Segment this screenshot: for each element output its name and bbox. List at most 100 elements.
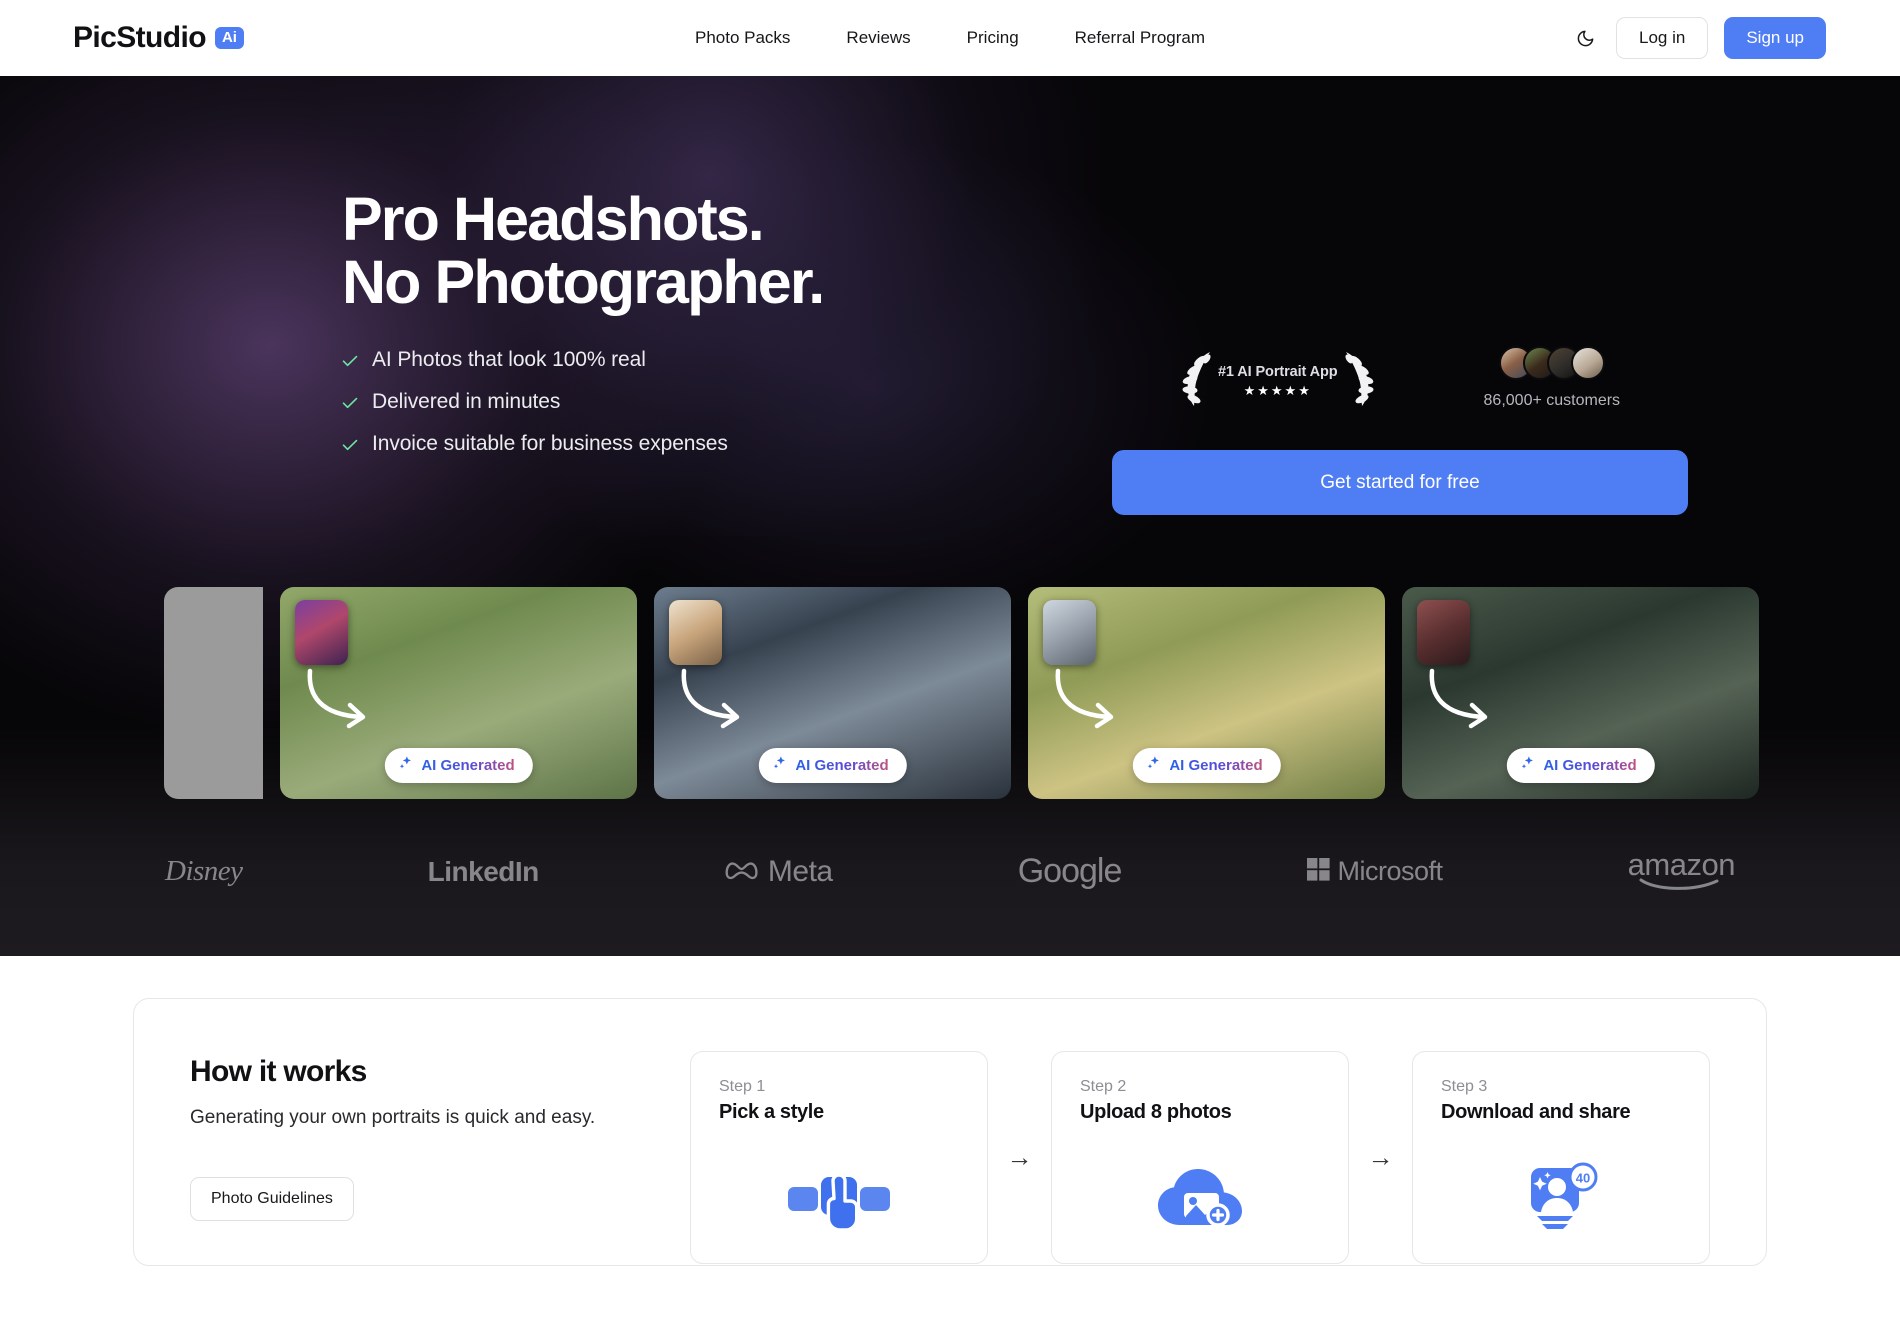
brand-logo-linkedin: LinkedIn xyxy=(427,855,540,888)
page-title: Pro Headshots. No Photographer. xyxy=(342,188,945,314)
award-badge: #1 AI Portrait App ★★★★★ xyxy=(1180,346,1376,414)
check-icon xyxy=(342,396,358,408)
step-number: Step 1 xyxy=(719,1078,766,1095)
photo-guidelines-button[interactable]: Photo Guidelines xyxy=(190,1177,354,1221)
brand-logo-amazon: amazon xyxy=(1628,847,1735,896)
ai-generated-badge: AI Generated xyxy=(384,748,533,783)
brand-logo[interactable]: PicStudio Ai xyxy=(28,21,244,55)
nav-item-photo-packs[interactable]: Photo Packs xyxy=(695,28,790,48)
source-photo-thumbnail xyxy=(295,600,348,665)
step-badge-count: 40 xyxy=(1576,1171,1590,1186)
headline-line-2: No Photographer. xyxy=(342,247,825,316)
how-it-works-section: How it works Generating your own portrai… xyxy=(0,956,1900,1321)
cloud-upload-icon xyxy=(1052,1157,1348,1237)
ai-generated-label: AI Generated xyxy=(1543,756,1637,774)
sparkle-icon xyxy=(1146,755,1161,775)
transform-arrow-icon xyxy=(305,667,377,734)
step-title: Download and share xyxy=(1441,1101,1631,1123)
brand-label: Microsoft xyxy=(1337,856,1444,886)
step-number: Step 3 xyxy=(1441,1078,1488,1095)
site-header: PicStudio Ai Photo Packs Reviews Pricing… xyxy=(0,0,1900,76)
brand-label: LinkedIn xyxy=(427,855,540,887)
ai-generated-badge: AI Generated xyxy=(758,748,907,783)
hero-copy: Pro Headshots. No Photographer. AI Photo… xyxy=(45,188,945,456)
how-it-works-intro: How it works Generating your own portrai… xyxy=(190,1051,690,1221)
check-icon xyxy=(342,438,358,450)
ai-generated-badge: AI Generated xyxy=(1506,748,1655,783)
brand-logo-disney: Disney xyxy=(165,855,243,888)
headline-line-1: Pro Headshots. xyxy=(342,185,765,253)
step-separator: → xyxy=(1006,1142,1033,1172)
main-nav: Photo Packs Reviews Pricing Referral Pro… xyxy=(695,28,1205,48)
social-proof-row: #1 AI Portrait App ★★★★★ 86,000+ custome… xyxy=(1180,346,1620,414)
microsoft-squares-icon xyxy=(1306,857,1330,886)
step-card-2: Step 2 Upload 8 photos xyxy=(1051,1051,1349,1264)
ai-generated-label: AI Generated xyxy=(795,756,889,774)
hero-benefits-list: AI Photos that look 100% real Delivered … xyxy=(342,348,945,456)
step-title: Pick a style xyxy=(719,1101,824,1123)
how-it-works-card: How it works Generating your own portrai… xyxy=(133,998,1767,1266)
transform-arrow-icon xyxy=(1427,667,1499,734)
get-started-button[interactable]: Get started for free xyxy=(1112,450,1688,515)
gallery-card[interactable]: AI Generated xyxy=(1028,587,1385,799)
benefit-label: Delivered in minutes xyxy=(372,389,561,413)
benefit-label: Invoice suitable for business expenses xyxy=(372,431,728,455)
step-card-3: Step 3 Download and share 40 xyxy=(1412,1051,1710,1264)
step-number: Step 2 xyxy=(1080,1078,1127,1095)
brand-label: Meta xyxy=(767,854,833,888)
list-item: Invoice suitable for business expenses xyxy=(342,432,945,456)
brand-logo-google: Google xyxy=(1017,852,1123,891)
avatar xyxy=(1570,346,1605,380)
login-button[interactable]: Log in xyxy=(1616,17,1709,59)
ai-generated-label: AI Generated xyxy=(421,756,515,774)
nav-item-pricing[interactable]: Pricing xyxy=(967,28,1019,48)
list-item: AI Photos that look 100% real xyxy=(342,348,945,372)
logo-ai-badge: Ai xyxy=(214,27,244,49)
brand-logo-meta: Meta xyxy=(724,855,833,889)
ai-generated-label: AI Generated xyxy=(1169,756,1263,774)
check-icon xyxy=(342,354,358,366)
gallery-card-placeholder[interactable] xyxy=(164,587,263,799)
rating-stars: ★★★★★ xyxy=(1243,383,1312,398)
meta-infinity-icon xyxy=(724,858,760,885)
source-photo-thumbnail xyxy=(669,600,722,665)
gallery-card[interactable]: AI Generated xyxy=(1402,587,1759,799)
brand-label: Disney xyxy=(165,855,243,887)
trusted-by-logos: Disney LinkedIn Meta Google Microsoft am… xyxy=(0,847,1900,896)
nav-item-referral-program[interactable]: Referral Program xyxy=(1075,28,1205,48)
laurel-left-icon xyxy=(1180,349,1214,414)
section-title: How it works xyxy=(190,1055,367,1088)
list-item: Delivered in minutes xyxy=(342,390,945,414)
header-actions: Log in Sign up xyxy=(1570,17,1872,59)
customer-count-label: 86,000+ customers xyxy=(1483,392,1621,409)
amazon-smile-icon xyxy=(1638,877,1724,896)
step-card-1: Step 1 Pick a style xyxy=(690,1051,988,1264)
steps-list: Step 1 Pick a style → Step 2 Upload 8 ph… xyxy=(690,1051,1710,1264)
step-separator: → xyxy=(1367,1142,1394,1172)
transform-arrow-icon xyxy=(679,667,751,734)
hero-cta-column: #1 AI Portrait App ★★★★★ 86,000+ custome… xyxy=(945,188,1855,515)
ai-generated-badge: AI Generated xyxy=(1132,748,1281,783)
hero-section: Pro Headshots. No Photographer. AI Photo… xyxy=(0,76,1900,956)
sparkle-icon xyxy=(772,755,787,775)
gallery-card[interactable]: AI Generated xyxy=(654,587,1011,799)
pick-style-icon xyxy=(691,1157,987,1237)
sparkle-icon xyxy=(1520,755,1535,775)
customer-proof: 86,000+ customers xyxy=(1483,346,1621,410)
nav-item-reviews[interactable]: Reviews xyxy=(846,28,910,48)
signup-button[interactable]: Sign up xyxy=(1724,17,1826,59)
avatar-group xyxy=(1498,346,1605,380)
download-share-icon: 40 xyxy=(1413,1157,1709,1237)
sample-photo-gallery: AI Generated AI Generated AI Generated A… xyxy=(0,587,1900,799)
section-subtitle: Generating your own portraits is quick a… xyxy=(190,1107,596,1128)
brand-label: Google xyxy=(1017,852,1123,890)
award-title: #1 AI Portrait App xyxy=(1217,364,1338,380)
laurel-right-icon xyxy=(1342,349,1376,414)
benefit-label: AI Photos that look 100% real xyxy=(372,347,646,371)
source-photo-thumbnail xyxy=(1043,600,1096,665)
transform-arrow-icon xyxy=(1053,667,1125,734)
step-title: Upload 8 photos xyxy=(1080,1101,1232,1123)
moon-icon[interactable] xyxy=(1570,23,1600,53)
source-photo-thumbnail xyxy=(1417,600,1470,665)
gallery-card[interactable]: AI Generated xyxy=(280,587,637,799)
